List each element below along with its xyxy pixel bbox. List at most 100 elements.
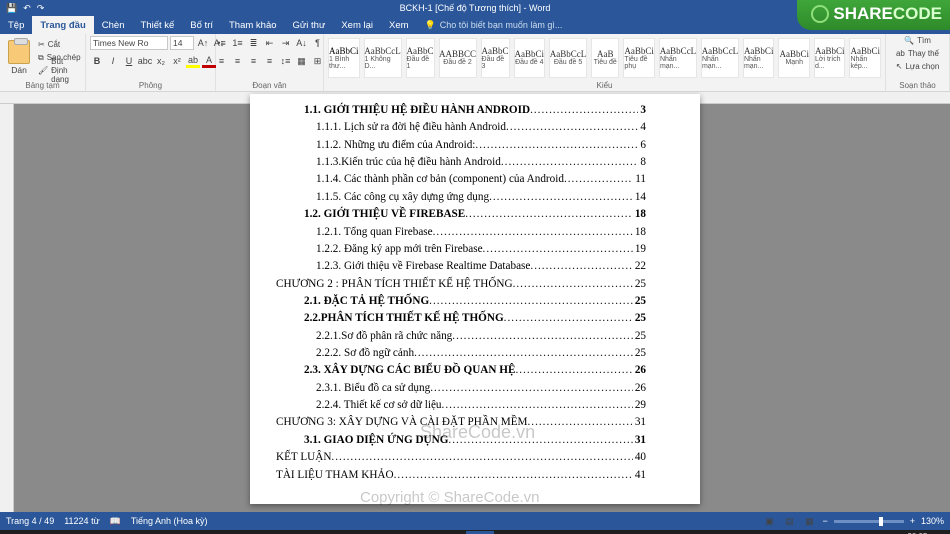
style-tile[interactable]: AaBbCcLNhấn mạn... xyxy=(701,38,739,78)
highlight-color-button[interactable]: ab xyxy=(186,54,200,68)
group-label-editing: Soạn thảo xyxy=(886,81,949,91)
toc-entry: 3.1. GIAO DIỆN ỨNG DỤNG ................… xyxy=(304,432,646,449)
document-page[interactable]: 1.1. GIỚI THIỆU HỆ ĐIỀU HÀNH ANDROID ...… xyxy=(250,94,700,504)
windows-taskbar: ⊞ 🔍 ⧉ ▇ ✉ ● ◉ 💬 Z ⧈ ⚙ 🖼 ▣ ◎ 📄 P W ^ ☁ 🖧 … xyxy=(0,530,950,534)
justify-icon[interactable]: ≡ xyxy=(263,54,277,68)
decrease-indent-icon[interactable]: ⇤ xyxy=(263,36,277,50)
sort-icon[interactable]: A↓ xyxy=(295,36,309,50)
style-tile[interactable]: AaBbCiĐầu đề 4 xyxy=(514,38,546,78)
underline-button[interactable]: U xyxy=(122,54,136,68)
find-button[interactable]: 🔍Tìm xyxy=(904,36,931,45)
zoom-level[interactable]: 130% xyxy=(921,516,944,526)
tell-me-search[interactable]: 💡 Cho tôi biết bạn muốn làm gì... xyxy=(425,16,563,34)
tab-chèn[interactable]: Chèn xyxy=(94,16,133,34)
zoom-out-button[interactable]: − xyxy=(822,516,827,526)
superscript-button[interactable]: x² xyxy=(170,54,184,68)
paste-button[interactable]: Dán xyxy=(4,38,34,77)
style-tile[interactable]: AaBbCiMạnh xyxy=(778,38,810,78)
style-tile[interactable]: AaBbCĐầu đề 3 xyxy=(481,38,510,78)
window-title: BCKH-1 [Chế độ Tương thích] - Word xyxy=(400,3,551,13)
grow-font-icon[interactable]: A↑ xyxy=(196,36,210,50)
toc-entry: 2.2.2. Sơ đồ ngữ cảnh ..................… xyxy=(304,345,646,362)
toc-entry: 2.3. XÂY DỰNG CÁC BIỂU ĐỒ QUAN HỆ ......… xyxy=(304,362,646,379)
font-family-select[interactable]: Times New Ro xyxy=(90,36,168,50)
toc-entry: CHƯƠNG 2 : PHÂN TÍCH THIẾT KẾ HỆ THỐNG .… xyxy=(276,276,646,293)
autosave-icon[interactable]: 💾 xyxy=(6,3,17,14)
redo-icon[interactable]: ↷ xyxy=(37,3,45,14)
zoom-in-button[interactable]: + xyxy=(910,516,915,526)
group-label-styles: Kiểu xyxy=(324,81,885,91)
toc-entry: 2.2.4. Thiết kế cơ sở dữ liệu ..........… xyxy=(304,397,646,414)
italic-button[interactable]: I xyxy=(106,54,120,68)
tab-thiết-kế[interactable]: Thiết kế xyxy=(133,16,183,34)
tab-file[interactable]: Tệp xyxy=(0,16,32,34)
toc-entry: 1.2.2. Đăng ký app mới trên Firebase ...… xyxy=(304,241,646,258)
style-tile[interactable]: AaBbCcLĐầu đề 5 xyxy=(549,38,587,78)
print-layout-icon[interactable]: ▤ xyxy=(782,514,796,528)
sharecode-logo-icon xyxy=(811,5,829,23)
line-spacing-icon[interactable]: ↕≡ xyxy=(279,54,293,68)
tab-xem[interactable]: Xem xyxy=(381,16,417,34)
style-tile[interactable]: AaBbCiLời trích d... xyxy=(814,38,846,78)
undo-icon[interactable]: ↶ xyxy=(23,3,31,14)
multilevel-list-icon[interactable]: ≣ xyxy=(247,36,261,50)
toc-entry: 2.3.1. Biểu đồ ca sử dụng ..............… xyxy=(304,380,646,397)
toc-entry: 1.2.3. Giới thiệu về Firebase Realtime D… xyxy=(304,258,646,275)
search-icon: 🔍 xyxy=(904,36,914,45)
style-tile[interactable]: AABBCCĐầu đề 2 xyxy=(439,38,477,78)
toc-entry: 1.1.5. Các công cụ xây dựng ứng dụng ...… xyxy=(304,189,646,206)
subscript-button[interactable]: x₂ xyxy=(154,54,168,68)
read-mode-icon[interactable]: ▣ xyxy=(762,514,776,528)
page-indicator[interactable]: Trang 4 / 49 xyxy=(6,516,54,526)
group-label-clipboard: Bảng tạm xyxy=(0,81,85,91)
align-left-icon[interactable]: ≡ xyxy=(215,54,229,68)
format-painter-button[interactable]: 🖌Bút Định dạng xyxy=(38,65,81,77)
font-size-select[interactable]: 14 xyxy=(170,36,194,50)
toc-entry: KẾT LUẬN ...............................… xyxy=(276,449,646,466)
style-tile[interactable]: AaBbCcLNhấn mạn... xyxy=(659,38,697,78)
cut-button[interactable]: ✂Cắt xyxy=(38,39,81,51)
toc-entry: 1.2.1. Tổng quan Firebase ..............… xyxy=(304,224,646,241)
strikethrough-button[interactable]: abc xyxy=(138,54,152,68)
group-label-font: Phông xyxy=(86,81,215,91)
increase-indent-icon[interactable]: ⇥ xyxy=(279,36,293,50)
style-tile[interactable]: AaBbCĐầu đề 1 xyxy=(406,38,435,78)
document-canvas[interactable]: 1.1. GIỚI THIỆU HỆ ĐIỀU HÀNH ANDROID ...… xyxy=(0,92,950,512)
style-tile[interactable]: AaBbCiNhấn mạn... xyxy=(743,38,775,78)
select-button[interactable]: ↖Lựa chọn xyxy=(896,62,940,71)
tab-gửi-thư[interactable]: Gửi thư xyxy=(285,16,334,34)
tab-tham-khảo[interactable]: Tham khảo xyxy=(221,16,285,34)
toc-entry: 1.1.1. Lịch sử ra đời hệ điều hành Andro… xyxy=(304,119,646,136)
language-indicator[interactable]: Tiếng Anh (Hoa kỳ) xyxy=(131,516,208,526)
brush-icon: 🖌 xyxy=(38,66,48,75)
style-tile[interactable]: AaBTiêu đề xyxy=(591,38,619,78)
toc-entry: 2.1. ĐẶC TẢ HỆ THỐNG ...................… xyxy=(304,293,646,310)
numbering-icon[interactable]: 1≡ xyxy=(231,36,245,50)
scissors-icon: ✂ xyxy=(38,40,45,49)
toc-entry: 1.1.4. Các thành phần cơ bản (component)… xyxy=(304,171,646,188)
web-layout-icon[interactable]: ▦ xyxy=(802,514,816,528)
align-right-icon[interactable]: ≡ xyxy=(247,54,261,68)
tab-xem-lại[interactable]: Xem lại xyxy=(333,16,381,34)
cursor-icon: ↖ xyxy=(896,62,903,71)
style-tile[interactable]: AaBbCi1 Bình thư... xyxy=(328,38,360,78)
style-tile[interactable]: AaBbCiTiêu đề phụ xyxy=(623,38,655,78)
vertical-ruler[interactable] xyxy=(0,92,14,512)
bold-button[interactable]: B xyxy=(90,54,104,68)
copy-icon: ⧉ xyxy=(38,53,44,63)
show-marks-icon[interactable]: ¶ xyxy=(311,36,325,50)
tab-bố-trí[interactable]: Bố trí xyxy=(182,16,221,34)
bullets-icon[interactable]: •≡ xyxy=(215,36,229,50)
tab-trang-đầu[interactable]: Trang đầu xyxy=(32,16,93,34)
align-center-icon[interactable]: ≡ xyxy=(231,54,245,68)
style-tile[interactable]: AaBbCiNhấn kép... xyxy=(849,38,881,78)
shading-icon[interactable]: ▦ xyxy=(295,54,309,68)
toc-entry: 1.1. GIỚI THIỆU HỆ ĐIỀU HÀNH ANDROID ...… xyxy=(304,102,646,119)
spellcheck-icon[interactable]: 📖 xyxy=(110,516,121,527)
word-count[interactable]: 11224 từ xyxy=(64,516,99,526)
replace-button[interactable]: abThay thế xyxy=(896,49,939,58)
zoom-slider[interactable] xyxy=(834,520,904,523)
styles-gallery[interactable]: AaBbCi1 Bình thư...AaBbCcL1 Không D...Aa… xyxy=(324,34,885,81)
borders-icon[interactable]: ⊞ xyxy=(311,54,325,68)
style-tile[interactable]: AaBbCcL1 Không D... xyxy=(364,38,402,78)
